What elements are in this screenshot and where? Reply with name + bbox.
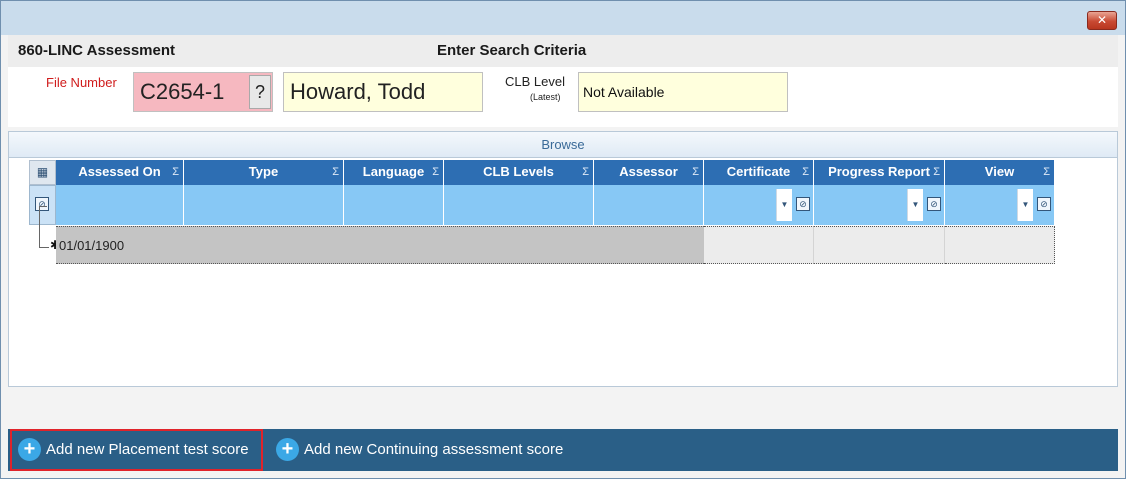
column-header-label: Type xyxy=(248,164,279,179)
tree-connector xyxy=(39,206,40,248)
browse-panel-header: Browse xyxy=(9,132,1117,158)
file-number-label: File Number xyxy=(46,75,117,90)
clb-level-label: CLB Level xyxy=(505,74,565,89)
table-row[interactable] xyxy=(56,226,704,264)
browse-grid-panel: Browse ▦ Assessed On Σ Type Σ Language Σ… xyxy=(8,131,1118,387)
sum-icon[interactable]: Σ xyxy=(172,160,179,184)
column-header-assessor[interactable]: Assessor Σ xyxy=(594,160,704,185)
column-header-type[interactable]: Type Σ xyxy=(184,160,344,185)
plus-icon: + xyxy=(276,438,299,461)
client-name-field[interactable]: Howard, Todd xyxy=(283,72,483,112)
page-title: 860-LINC Assessment xyxy=(18,42,176,59)
assessment-window: ✕ 860-LINC Assessment Enter Search Crite… xyxy=(0,0,1126,479)
close-button[interactable]: ✕ xyxy=(1087,11,1117,30)
sum-icon[interactable]: Σ xyxy=(802,160,809,184)
sum-icon[interactable]: Σ xyxy=(582,160,589,184)
filter-cell-type[interactable] xyxy=(184,185,344,225)
sum-icon[interactable]: Σ xyxy=(432,160,439,184)
column-chooser-icon[interactable]: ▦ xyxy=(29,160,56,185)
add-continuing-label: Add new Continuing assessment score xyxy=(304,441,564,458)
search-criteria-panel: File Number C2654-1 ? Howard, Todd CLB L… xyxy=(8,67,1118,127)
filter-cell-assessed-on[interactable] xyxy=(56,185,184,225)
filter-cell-assessor[interactable] xyxy=(594,185,704,225)
sum-icon[interactable]: Σ xyxy=(933,160,940,184)
chevron-down-icon[interactable]: ▼ xyxy=(907,189,923,221)
assessed-on-value[interactable]: 01/01/1900 xyxy=(59,238,124,253)
add-continuing-assessment-button[interactable]: + Add new Continuing assessment score xyxy=(276,429,606,471)
filter-clear-icon[interactable]: ⊘ xyxy=(35,197,49,211)
column-header-label: Certificate xyxy=(726,164,791,179)
sum-icon[interactable]: Σ xyxy=(692,160,699,184)
title-bar: ✕ xyxy=(1,1,1125,35)
chevron-down-icon[interactable]: ▼ xyxy=(1017,189,1033,221)
search-criteria-title: Enter Search Criteria xyxy=(437,42,587,59)
plus-icon: + xyxy=(18,438,41,461)
sum-icon[interactable]: Σ xyxy=(1043,160,1050,184)
column-header-label: View xyxy=(984,164,1015,179)
filter-operator-icon[interactable]: ⊘ xyxy=(927,197,941,211)
add-placement-test-button[interactable]: + Add new Placement test score xyxy=(10,429,263,471)
tree-connector xyxy=(39,206,47,207)
chevron-down-icon[interactable]: ▼ xyxy=(776,189,792,221)
column-header-assessed-on[interactable]: Assessed On Σ xyxy=(56,160,184,185)
column-header-view[interactable]: View Σ xyxy=(945,160,1055,185)
sum-icon[interactable]: Σ xyxy=(332,160,339,184)
filter-cell-language[interactable] xyxy=(344,185,444,225)
column-header-label: CLB Levels xyxy=(483,164,554,179)
filter-operator-icon[interactable]: ⊘ xyxy=(796,197,810,211)
table-cell-progress-report[interactable] xyxy=(814,226,945,264)
header-band: 860-LINC Assessment Enter Search Criteri… xyxy=(8,35,1118,67)
filter-cell-view[interactable]: ▼ ⊘ xyxy=(945,185,1055,225)
column-header-label: Assessed On xyxy=(78,164,161,179)
column-header-progress-report[interactable]: Progress Report Σ xyxy=(814,160,945,185)
action-bar: + Add new Placement test score + Add new… xyxy=(8,429,1118,471)
table-cell-view[interactable] xyxy=(945,226,1055,264)
clb-level-field[interactable]: Not Available xyxy=(578,72,788,112)
column-header-label: Progress Report xyxy=(828,164,930,179)
column-header-clb-levels[interactable]: CLB Levels Σ xyxy=(444,160,594,185)
column-header-language[interactable]: Language Σ xyxy=(344,160,444,185)
filter-row-corner: ⊘ xyxy=(29,185,56,225)
filter-cell-progress-report[interactable]: ▼ ⊘ xyxy=(814,185,945,225)
column-header-certificate[interactable]: Certificate Σ xyxy=(704,160,814,185)
filter-cell-certificate[interactable]: ▼ ⊘ xyxy=(704,185,814,225)
clb-level-sublabel: (Latest) xyxy=(530,92,561,102)
file-lookup-button[interactable]: ? xyxy=(249,75,271,109)
table-cell-certificate[interactable] xyxy=(704,226,814,264)
add-placement-label: Add new Placement test score xyxy=(46,441,249,458)
filter-operator-icon[interactable]: ⊘ xyxy=(1037,197,1051,211)
filter-cell-clb-levels[interactable] xyxy=(444,185,594,225)
column-header-label: Language xyxy=(362,164,425,179)
column-header-label: Assessor xyxy=(619,164,678,179)
tree-connector xyxy=(39,247,49,248)
